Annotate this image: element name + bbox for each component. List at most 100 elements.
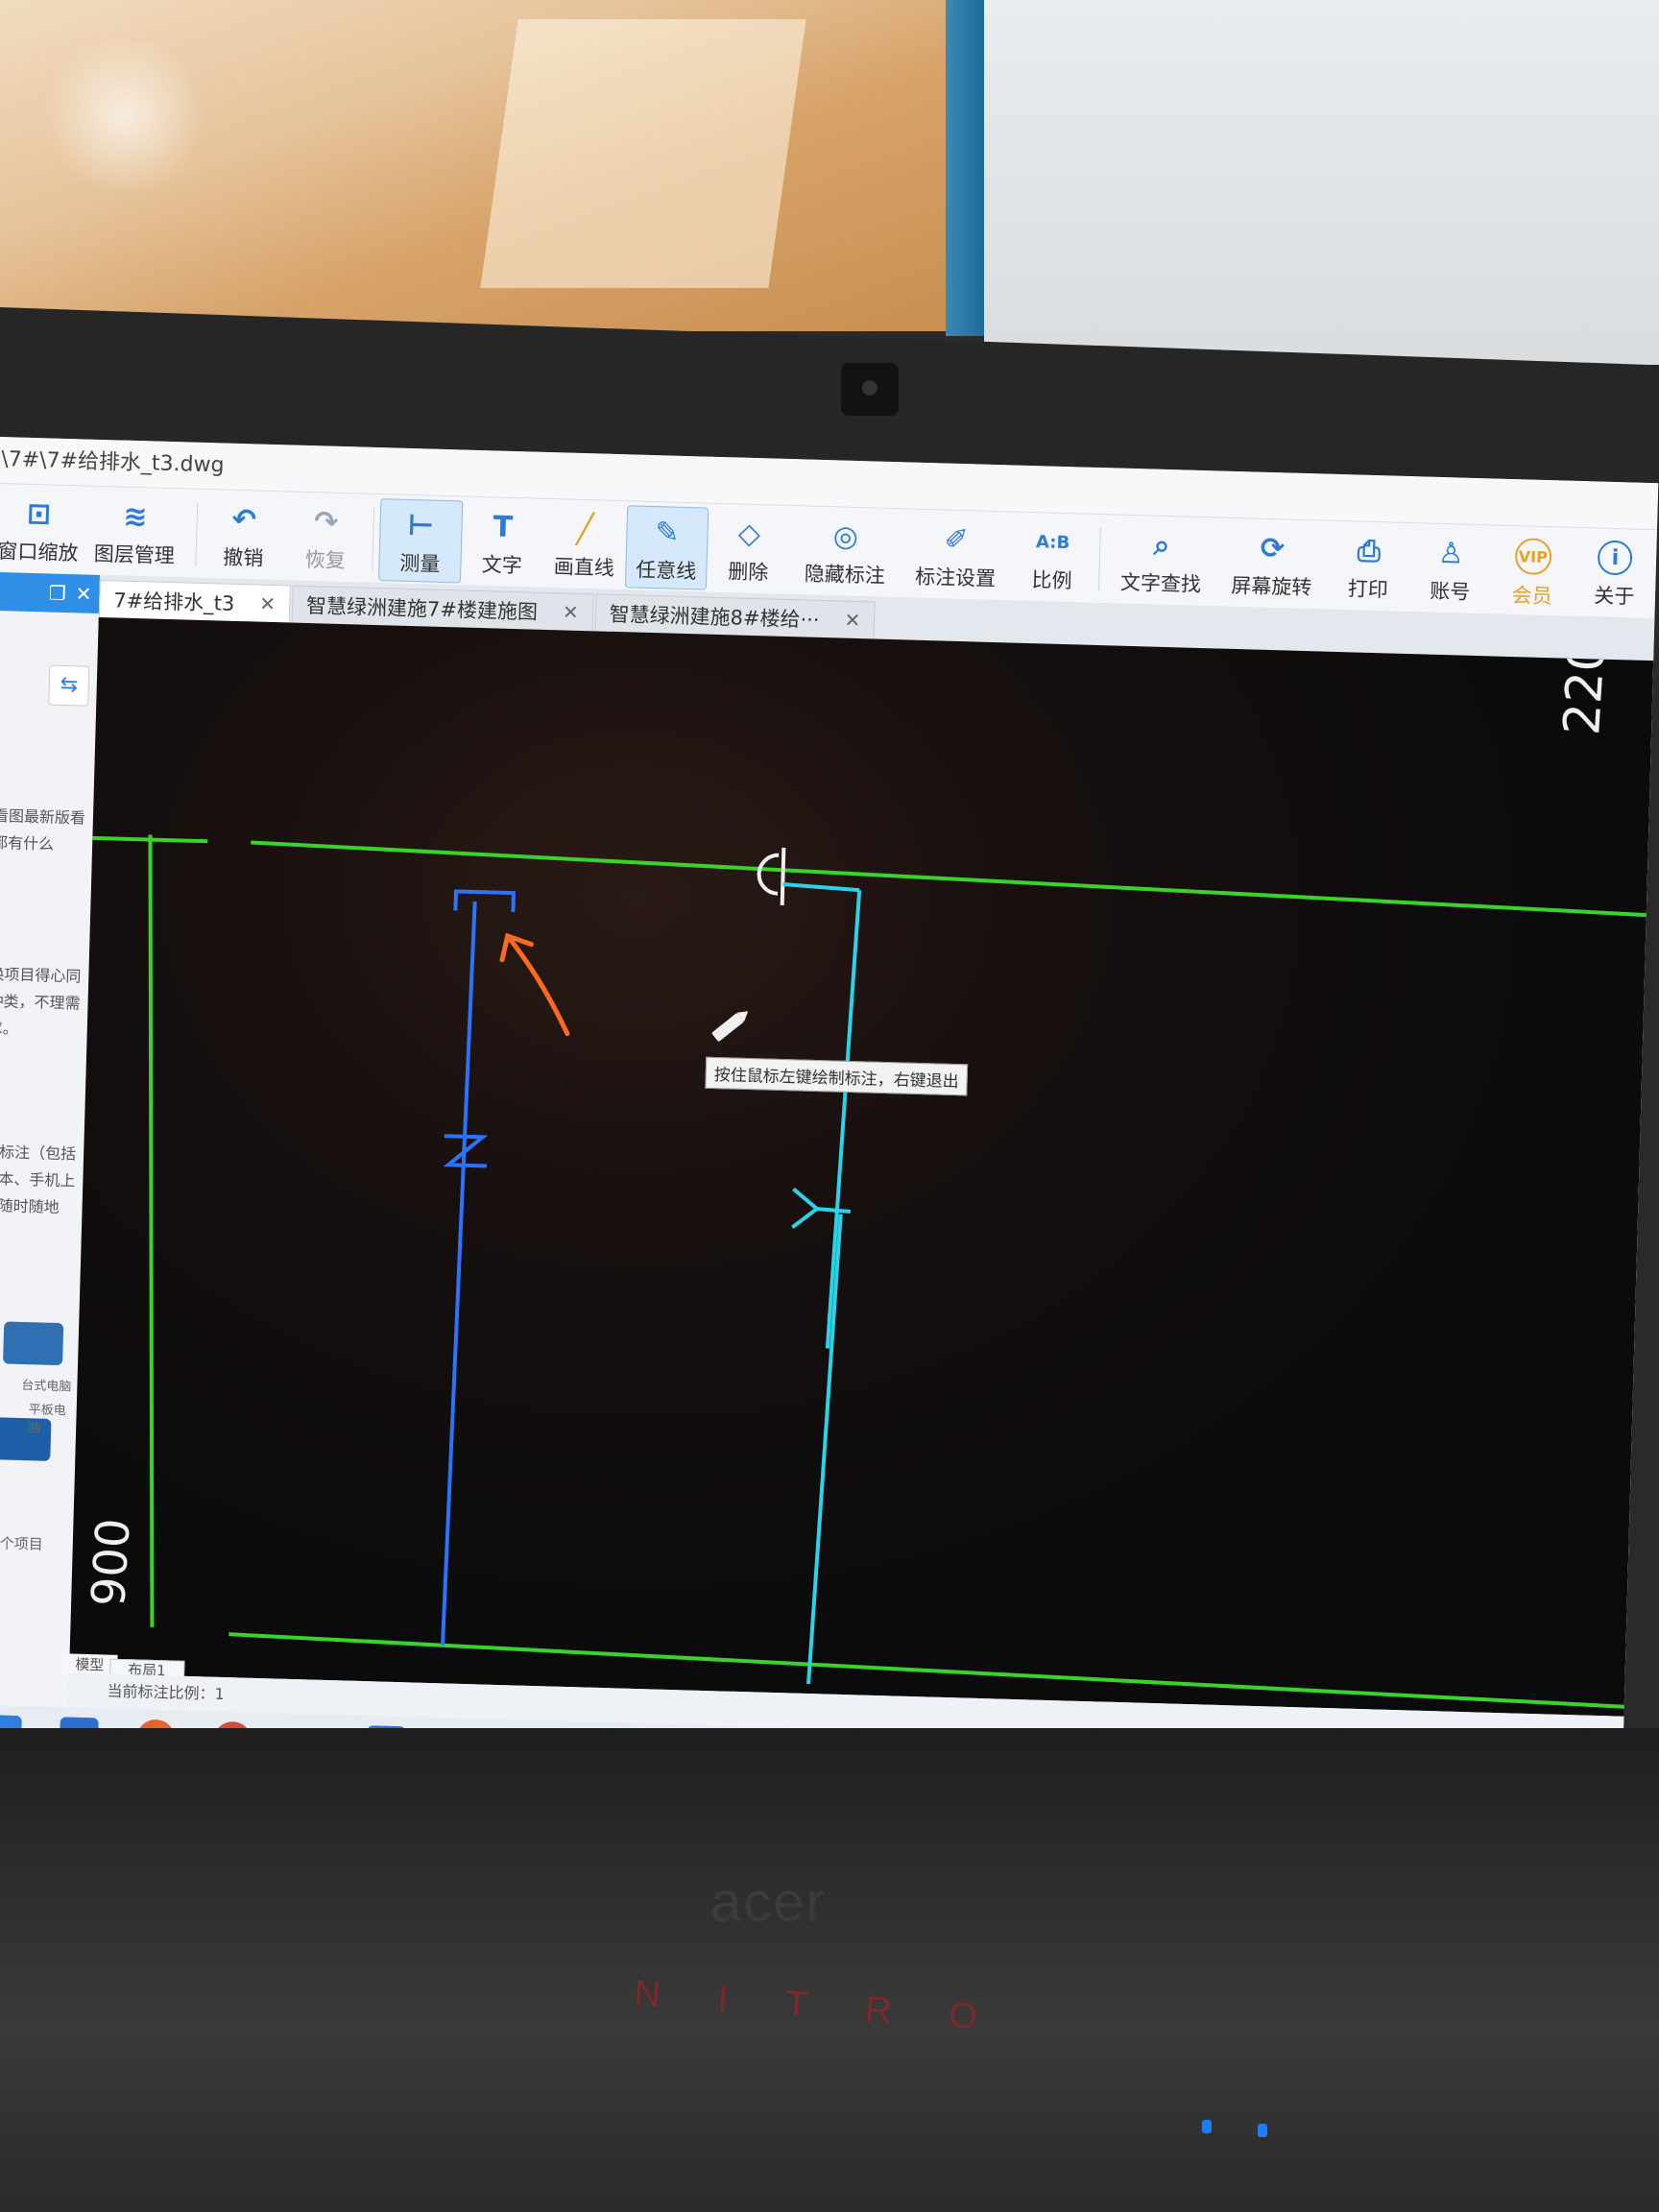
line-icon: ╱ [575, 512, 594, 546]
toolbar-redo-button[interactable]: ↷ 恢复 [283, 495, 368, 580]
annotation-settings-icon: ✐ [944, 522, 970, 557]
panel-paragraph: 看图最新版看都有什么 [0, 805, 86, 854]
close-icon[interactable]: ✕ [75, 582, 91, 605]
toolbar-layer-manager-button[interactable]: ≋ 图层管理 [79, 490, 192, 575]
background-wall [984, 0, 1659, 365]
scale-icon: A:B [1035, 531, 1070, 553]
toolbar-hide-annotations-button[interactable]: ◎ 隐藏标注 [789, 510, 902, 595]
pipe-cap-symbol [453, 889, 516, 913]
close-icon[interactable]: ✕ [844, 609, 860, 632]
cad-drawing: 220 900 [82, 638, 1647, 1709]
toolbar-undo-button[interactable]: ↶ 撤销 [202, 493, 286, 578]
sync-button[interactable]: ⇆ [48, 664, 90, 707]
zoom-window-icon: ⊡ [26, 496, 52, 532]
panel-footer: 第一个项目 [0, 1533, 44, 1553]
toolbar-account-button[interactable]: ♙ 账号 [1408, 527, 1493, 612]
toolbar-separator [1098, 528, 1101, 592]
text-search-icon: ⌕ [1153, 528, 1170, 563]
half-circle-symbol [757, 853, 780, 896]
toolbar-label: 任意线 [635, 558, 697, 584]
toolbar-text-search-button[interactable]: ⌕ 文字查找 [1105, 518, 1218, 604]
panel-paragraph: 换项目得心同种类，不理需求。 [0, 964, 82, 1038]
webcam-icon [841, 363, 899, 416]
cyan-pipe [782, 881, 860, 893]
undo-icon: ↶ [231, 502, 257, 537]
redo-icon: ↷ [313, 504, 339, 540]
panel-paragraph: 和标注（包括记本、手机上却随时随地 [0, 1142, 77, 1217]
hide-eye-icon: ◎ [832, 518, 859, 554]
toolbar-freehand-button[interactable]: ✎ 任意线 [624, 505, 709, 590]
toolbar-label: 会员 [1511, 584, 1553, 609]
toolbar-rotate-screen-button[interactable]: ⟳ 屏幕旋转 [1215, 521, 1329, 607]
drawing-canvas[interactable]: 220 900 按住鼠标左键绘制标注，右键退出 [69, 616, 1654, 1717]
valve-symbol [816, 1207, 851, 1214]
toolbar-label: 删除 [728, 560, 769, 585]
close-icon[interactable]: ✕ [563, 600, 579, 623]
toolbar-label: 比例 [1031, 568, 1072, 593]
restore-icon[interactable]: ❐ [48, 581, 66, 604]
toolbar-line-button[interactable]: ╱ 画直线 [542, 503, 627, 588]
laptop-screen: \7#\7#给排水_t3.dwg ⊡ 窗口缩放 ≋ 图层管理 ↶ 撤销 ↷ 恢复… [0, 437, 1659, 1779]
background-curtain [0, 0, 960, 331]
toolbar-vip-button[interactable]: VIP 会员 [1490, 529, 1575, 613]
panel-caption: 台式电脑 [21, 1379, 72, 1395]
text-icon: T [493, 509, 514, 544]
toolbar-label: 标注设置 [914, 565, 997, 591]
dimension-label-left: 900 [82, 1517, 141, 1608]
toolbar-print-button[interactable]: ⎙ 打印 [1326, 525, 1410, 610]
toolbar-label: 测量 [398, 551, 441, 576]
toolbar-about-button[interactable]: i 关于 [1573, 532, 1657, 616]
toolbar-label: 账号 [1429, 579, 1471, 604]
wall-line [251, 840, 1647, 918]
toolbar-separator [195, 502, 199, 566]
user-icon: ♙ [1437, 536, 1465, 571]
toolbar-measure-button[interactable]: ⊢ 测量 [377, 498, 463, 584]
toolbar-label: 隐藏标注 [804, 562, 886, 588]
blue-pipe [441, 901, 477, 1646]
left-panel-header: ❐ ✕ [0, 571, 101, 613]
toolbar-label: 窗口缩放 [0, 539, 79, 565]
half-circle-symbol [780, 847, 786, 905]
toolbar-label: 文字查找 [1119, 570, 1202, 596]
status-led-icon [1258, 2124, 1267, 2137]
background-pole [946, 0, 984, 336]
laptop-bottom-bezel [0, 1728, 1659, 2212]
toolbar-label: 恢复 [304, 547, 347, 573]
toolbar-zoom-window-button[interactable]: ⊡ 窗口缩放 [0, 488, 81, 572]
toolbar-scale-button[interactable]: A:B 比例 [1010, 516, 1094, 600]
toolbar-label: 屏幕旋转 [1231, 573, 1312, 600]
freehand-arrow [505, 933, 570, 1037]
toolbar-label: 画直线 [553, 555, 615, 580]
tab-label: 7#给排水_t3 [112, 589, 235, 615]
toolbar-label: 图层管理 [93, 541, 176, 568]
pen-cursor-icon [711, 1011, 749, 1042]
toolbar-label: 关于 [1593, 584, 1635, 609]
close-icon[interactable]: ✕ [259, 592, 276, 615]
tab-label: 智慧绿洲建施8#楼给··· [609, 602, 820, 632]
toolbar-annotation-settings-button[interactable]: ✐ 标注设置 [900, 513, 1013, 598]
tab-label: 智慧绿洲建施7#楼建施图 [305, 593, 539, 624]
printer-icon: ⎙ [1357, 534, 1382, 568]
toolbar-label: 文字 [481, 553, 523, 578]
info-icon: i [1597, 540, 1633, 576]
cyan-pipe [825, 890, 862, 1349]
toolbar-label: 撤销 [222, 545, 264, 570]
valve-symbol [791, 1187, 821, 1229]
toolbar-label: 打印 [1347, 577, 1389, 602]
vip-icon: VIP [1514, 538, 1552, 576]
eraser-icon: ◇ [737, 517, 761, 551]
tab-document[interactable]: 7#给排水_t3 ✕ [98, 579, 291, 623]
panel-caption: 平板电脑 [27, 1403, 66, 1436]
wall-line [148, 834, 155, 1627]
cyan-pipe [806, 1214, 843, 1685]
layers-icon: ≋ [122, 499, 149, 534]
sync-icon: ⇆ [60, 672, 79, 698]
laptop-brand-logo: acer [710, 1871, 827, 1934]
toolbar-text-button[interactable]: T 文字 [461, 500, 545, 585]
status-led-icon [1202, 2120, 1212, 2133]
freehand-icon: ✎ [654, 515, 680, 550]
toolbar-delete-button[interactable]: ◇ 删除 [707, 508, 791, 592]
measure-icon: ⊢ [407, 508, 435, 543]
rotate-screen-icon: ⟳ [1260, 531, 1286, 565]
desktop-computer-icon [3, 1321, 64, 1366]
